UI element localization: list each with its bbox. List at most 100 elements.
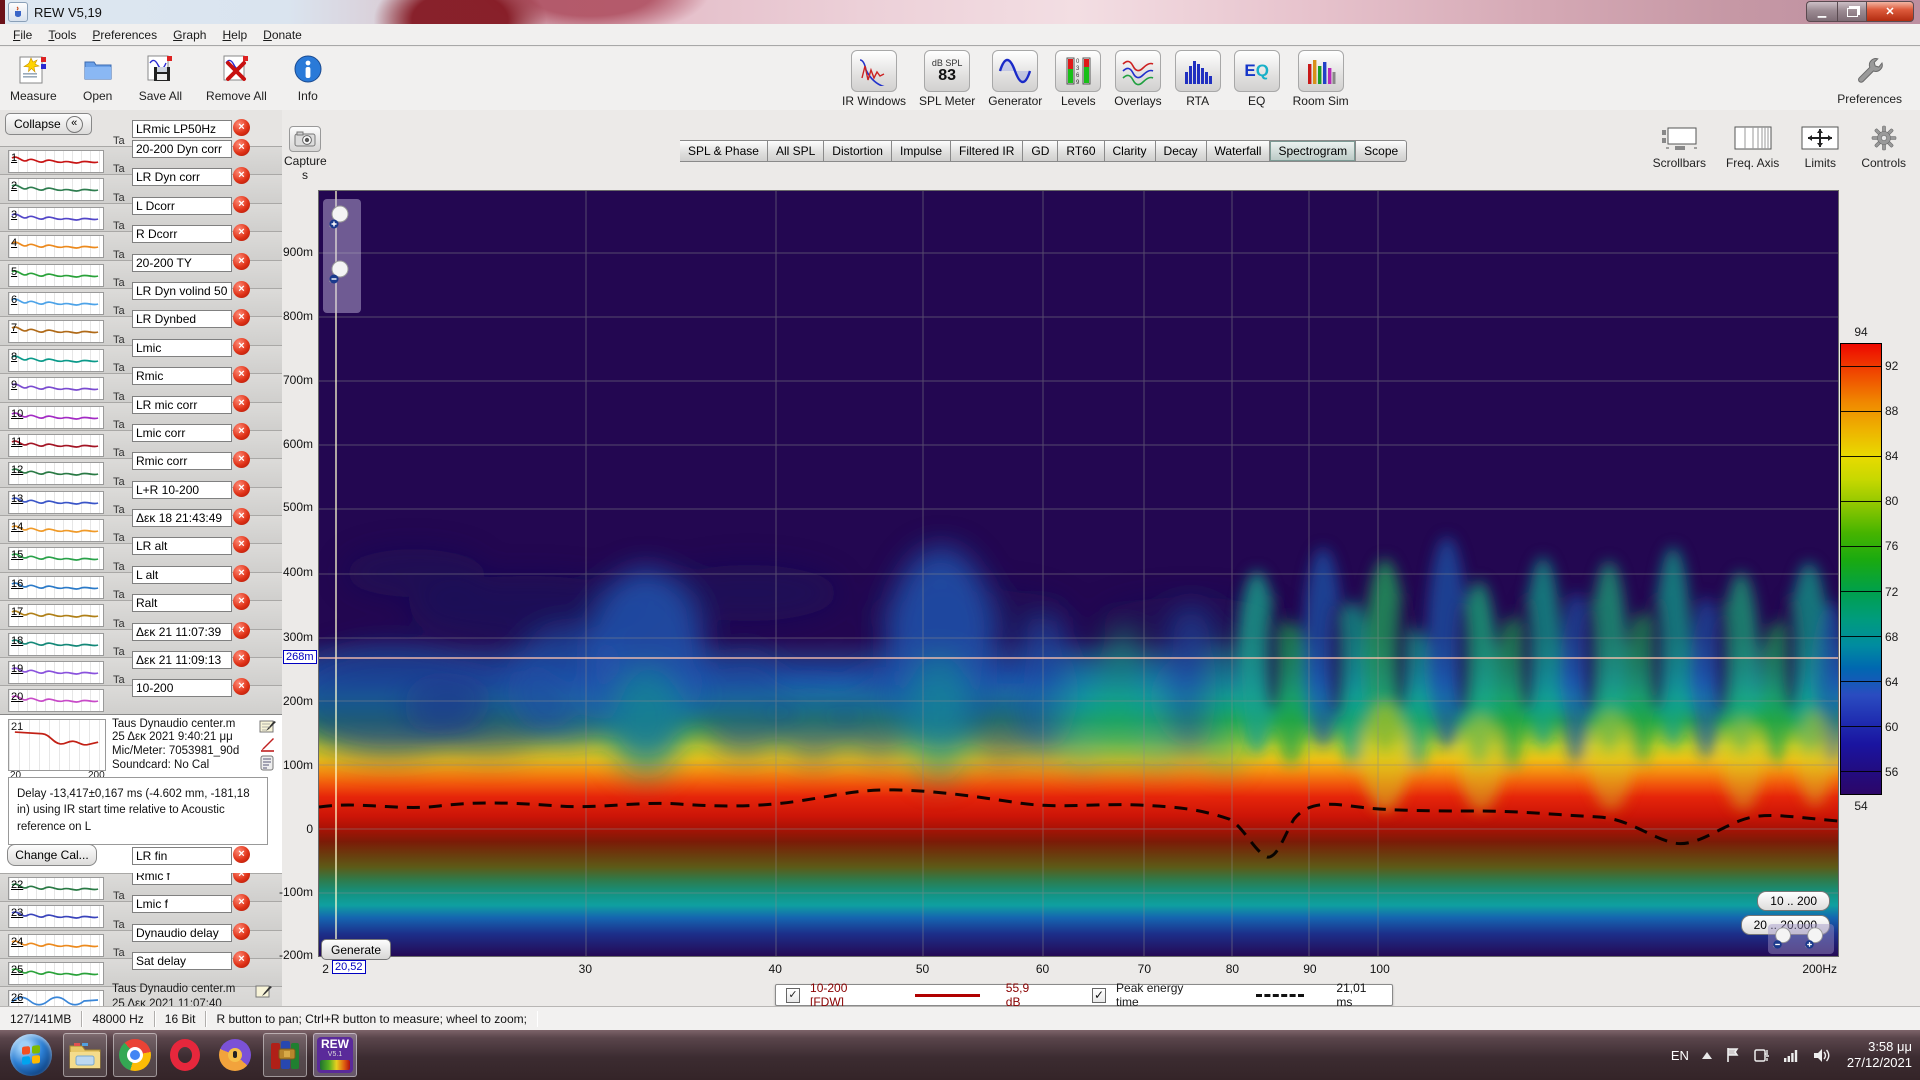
- series2-checkbox[interactable]: ✓: [1092, 988, 1106, 1003]
- delete-measurement-button[interactable]: ×: [233, 338, 250, 355]
- measurement-name-input[interactable]: [132, 120, 232, 138]
- delete-measurement-button[interactable]: ×: [233, 423, 250, 440]
- menu-item[interactable]: Preferences: [85, 26, 164, 44]
- measurement-thumbnail[interactable]: 23: [8, 905, 104, 928]
- graph-tab[interactable]: All SPL: [768, 140, 824, 162]
- measurement-name-input[interactable]: [132, 339, 232, 357]
- measurement-thumbnail[interactable]: 18: [8, 633, 104, 656]
- measurement-name-input[interactable]: [132, 566, 232, 584]
- measurement-thumbnail[interactable]: 10: [8, 406, 104, 429]
- measurement-thumbnail[interactable]: 11: [8, 434, 104, 457]
- network-signal-icon[interactable]: [1783, 1048, 1801, 1062]
- edit-notes-icon[interactable]: [255, 984, 272, 999]
- measurement-name-input[interactable]: [132, 254, 232, 272]
- measurement-name-input[interactable]: [132, 140, 232, 158]
- cal-pencil-icon[interactable]: [259, 737, 276, 752]
- measurement-thumbnail[interactable]: 12: [8, 462, 104, 485]
- measurement-name-input[interactable]: [132, 197, 232, 215]
- generate-button[interactable]: Generate: [321, 939, 391, 960]
- save-all-button[interactable]: Save All: [139, 52, 182, 103]
- measurement-name-input[interactable]: [132, 509, 232, 527]
- measurement-name-input[interactable]: [132, 452, 232, 470]
- ir-windows-button[interactable]: IR Windows: [842, 50, 906, 108]
- delete-measurement-button[interactable]: ×: [233, 951, 250, 968]
- avast-browser-taskbar-icon[interactable]: [213, 1033, 257, 1077]
- delete-measurement-button[interactable]: ×: [233, 451, 250, 468]
- menu-item[interactable]: File: [6, 26, 39, 44]
- measurement-thumbnail[interactable]: 13: [8, 491, 104, 514]
- menu-item[interactable]: Help: [215, 26, 254, 44]
- menu-item[interactable]: Tools: [41, 26, 83, 44]
- measurement-name-input[interactable]: [132, 623, 232, 641]
- preferences-button[interactable]: Preferences: [1837, 55, 1902, 106]
- series1-checkbox[interactable]: ✓: [786, 988, 800, 1003]
- action-center-flag-icon[interactable]: [1725, 1047, 1741, 1063]
- opera-taskbar-icon[interactable]: [163, 1033, 207, 1077]
- selected-thumbnail[interactable]: 21: [8, 719, 106, 771]
- measurement-row[interactable]: Ta 25 ×: [0, 958, 282, 986]
- measurement-name-input[interactable]: [132, 847, 232, 865]
- menu-item[interactable]: Graph: [166, 26, 213, 44]
- graph-tab[interactable]: Spectrogram: [1270, 140, 1356, 162]
- language-indicator[interactable]: EN: [1671, 1048, 1689, 1063]
- graph-tab[interactable]: Waterfall: [1207, 140, 1271, 162]
- measurement-name-input[interactable]: [132, 282, 232, 300]
- info-button[interactable]: Info: [291, 52, 325, 103]
- delete-measurement-button[interactable]: ×: [233, 119, 250, 136]
- delete-measurement-button[interactable]: ×: [233, 678, 250, 695]
- delete-measurement-button[interactable]: ×: [233, 196, 250, 213]
- measurement-thumbnail[interactable]: 1: [8, 150, 104, 173]
- delete-measurement-button[interactable]: ×: [233, 167, 250, 184]
- measurement-row[interactable]: 26 Taus Dynaudio center.m 25 Δεκ 2021 11…: [0, 986, 282, 1006]
- measurement-thumbnail[interactable]: 14: [8, 519, 104, 542]
- zoom-in-button[interactable]: [1804, 926, 1828, 950]
- close-button[interactable]: ✕: [1866, 1, 1914, 22]
- measurement-thumbnail[interactable]: 4: [8, 235, 104, 258]
- delete-measurement-button[interactable]: ×: [233, 366, 250, 383]
- controls-button[interactable]: Controls: [1861, 124, 1906, 170]
- measurement-thumbnail[interactable]: 17: [8, 604, 104, 627]
- power-plug-icon[interactable]: [1753, 1047, 1771, 1063]
- delete-measurement-button[interactable]: ×: [233, 480, 250, 497]
- delete-measurement-button[interactable]: ×: [233, 536, 250, 553]
- measurement-thumbnail[interactable]: 2: [8, 178, 104, 201]
- delete-measurement-button[interactable]: ×: [233, 224, 250, 241]
- selected-measurement-panel[interactable]: 21 20 200 Taus Dynaudio center.m25 Δεκ 2…: [0, 714, 282, 873]
- measurement-name-input[interactable]: [132, 952, 232, 970]
- capture-button[interactable]: Capture: [284, 126, 327, 168]
- graph-tab[interactable]: SPL & Phase: [680, 140, 768, 162]
- measurement-name-input[interactable]: [132, 537, 232, 555]
- room-sim-button[interactable]: Room Sim: [1293, 50, 1349, 108]
- measurement-name-input[interactable]: [132, 168, 232, 186]
- measurement-thumbnail[interactable]: 26: [8, 990, 104, 1006]
- delete-measurement-button[interactable]: ×: [233, 281, 250, 298]
- graph-tab[interactable]: Filtered IR: [951, 140, 1023, 162]
- open-button[interactable]: Open: [81, 52, 115, 103]
- delete-measurement-button[interactable]: ×: [233, 139, 250, 156]
- measurement-thumbnail[interactable]: 19: [8, 661, 104, 684]
- chrome-taskbar-icon[interactable]: [113, 1033, 157, 1077]
- measurement-name-input[interactable]: [132, 310, 232, 328]
- measurement-thumbnail[interactable]: 20: [8, 689, 104, 712]
- delete-measurement-button[interactable]: ×: [233, 253, 250, 270]
- winrar-taskbar-icon[interactable]: [263, 1033, 307, 1077]
- rew-taskbar-icon[interactable]: REW V5.1: [313, 1033, 357, 1077]
- measure-button[interactable]: Measure: [10, 52, 57, 103]
- graph-tab[interactable]: Clarity: [1105, 140, 1156, 162]
- change-cal-button[interactable]: Change Cal...: [7, 844, 97, 866]
- measurement-thumbnail[interactable]: 25: [8, 962, 104, 985]
- measurement-thumbnail[interactable]: 24: [8, 934, 104, 957]
- restore-button[interactable]: [1837, 1, 1866, 22]
- measurement-thumbnail[interactable]: 5: [8, 264, 104, 287]
- measurement-name-input[interactable]: [132, 396, 232, 414]
- measurement-name-input[interactable]: [132, 424, 232, 442]
- notes-document-icon[interactable]: [259, 755, 276, 771]
- remove-all-button[interactable]: Remove All: [206, 52, 267, 103]
- delete-measurement-button[interactable]: ×: [233, 923, 250, 940]
- delete-measurement-button[interactable]: ×: [233, 593, 250, 610]
- delete-measurement-button[interactable]: ×: [233, 565, 250, 582]
- time-range-button[interactable]: 10 .. 200: [1757, 891, 1830, 911]
- measurement-row[interactable]: Ta 20 ×: [0, 685, 282, 713]
- delete-measurement-button[interactable]: ×: [233, 622, 250, 639]
- measurement-name-input[interactable]: [132, 481, 232, 499]
